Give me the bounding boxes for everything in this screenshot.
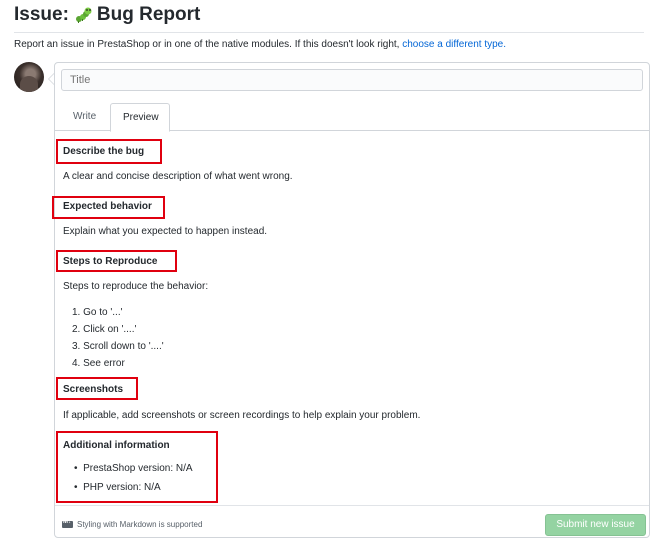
section-heading: Expected behavior <box>63 201 152 212</box>
choose-different-type-link[interactable]: choose a different type. <box>402 39 506 50</box>
subtitle-text: Report an issue in PrestaShop or in one … <box>14 39 403 50</box>
list-item: • PrestaShop version: N/A <box>74 463 193 474</box>
section-heading: Describe the bug <box>63 146 145 157</box>
section-heading: Steps to Reproduce <box>63 256 158 267</box>
markdown-note[interactable]: Styling with Markdown is supported <box>62 519 203 529</box>
editor-tabs: Write Preview <box>55 103 649 132</box>
submit-new-issue-button[interactable]: Submit new issue <box>545 514 646 536</box>
caterpillar-icon <box>75 6 93 24</box>
title-prefix: Issue: <box>14 4 69 25</box>
subtitle: Report an issue in PrestaShop or in one … <box>14 39 506 50</box>
avatar[interactable] <box>14 62 44 92</box>
issue-form: Write Preview Describe the bug A clear a… <box>52 62 650 538</box>
tab-write[interactable]: Write <box>61 103 108 131</box>
list-item: 4. See error <box>72 358 125 369</box>
section-body: Explain what you expected to happen inst… <box>63 226 268 237</box>
header-divider <box>14 32 644 33</box>
title-input[interactable] <box>61 69 643 91</box>
tab-preview[interactable]: Preview <box>110 103 170 132</box>
title-text: Bug Report <box>96 4 201 25</box>
section-body: A clear and concise description of what … <box>63 171 293 182</box>
section-body: If applicable, add screenshots or screen… <box>63 410 421 421</box>
markdown-note-text: Styling with Markdown is supported <box>77 520 203 529</box>
footer-divider <box>55 505 649 506</box>
page-title: Issue: Bug Report <box>14 4 200 26</box>
markdown-icon <box>62 519 73 528</box>
section-heading: Screenshots <box>63 384 124 395</box>
section-body: Steps to reproduce the behavior: <box>63 281 209 292</box>
section-heading: Additional information <box>63 440 170 451</box>
list-item: 3. Scroll down to '....' <box>72 341 164 352</box>
list-item: • PHP version: N/A <box>74 482 161 493</box>
list-item: 2. Click on '....' <box>72 324 137 335</box>
list-item: 1. Go to '...' <box>72 307 123 318</box>
